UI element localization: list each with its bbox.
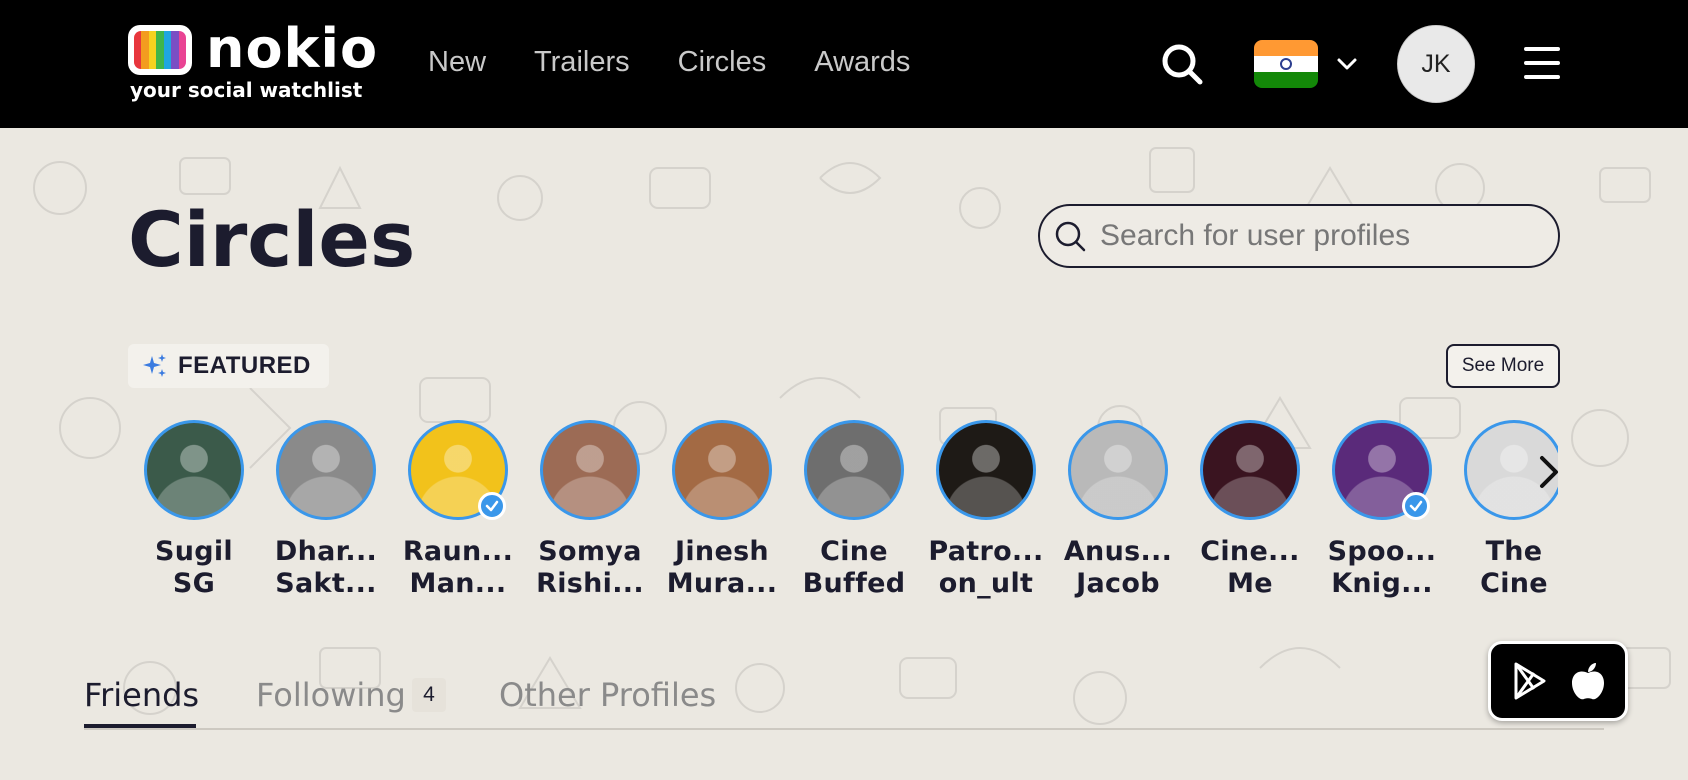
- nokio-logo[interactable]: nokio your social watchlist: [128, 17, 377, 103]
- profile-avatar[interactable]: [276, 420, 376, 520]
- profile-name-line2: Man...: [409, 568, 507, 599]
- profile-name-line1: Anus...: [1063, 536, 1173, 567]
- profile-name: Anus... Jacob: [1052, 536, 1184, 600]
- featured-profile-item[interactable]: Somya Rishi...: [524, 418, 656, 600]
- profile-name-line2: Sakt...: [275, 568, 377, 599]
- tv-logo-icon: [128, 25, 192, 75]
- profile-name-line2: Mura...: [666, 568, 778, 599]
- active-tab-indicator: [84, 724, 196, 728]
- google-play-icon: [1514, 662, 1546, 700]
- profile-name-line2: Knig...: [1331, 568, 1433, 599]
- nav-awards[interactable]: Awards: [814, 46, 910, 79]
- apple-icon: [1572, 663, 1604, 700]
- profile-name-line1: Cine...: [1200, 536, 1300, 567]
- profile-name-line2: Cine: [1480, 568, 1548, 599]
- profile-name-line1: Somya: [538, 536, 642, 567]
- nav-circles[interactable]: Circles: [678, 46, 767, 79]
- featured-profile-item[interactable]: Raun... Man...: [392, 418, 524, 600]
- profile-name-line2: SG: [172, 568, 216, 599]
- sparkle-icon: [143, 354, 166, 377]
- profile-avatar[interactable]: [1200, 420, 1300, 520]
- profile-name-line1: Cine: [820, 536, 888, 567]
- featured-label-chip: FEATURED: [128, 344, 329, 388]
- profile-name-line2: Rishi...: [536, 568, 644, 599]
- hamburger-menu-icon[interactable]: [1524, 46, 1560, 80]
- verified-badge-icon: [478, 492, 506, 520]
- chevron-down-icon[interactable]: [1335, 54, 1359, 74]
- following-count-badge: 4: [412, 678, 446, 712]
- see-more-button[interactable]: See More: [1446, 344, 1560, 388]
- featured-profile-item[interactable]: Spoo... Knig...: [1316, 418, 1448, 600]
- featured-profile-item[interactable]: Dhar... Sakt...: [260, 418, 392, 600]
- featured-profile-item[interactable]: Anus... Jacob: [1052, 418, 1184, 600]
- verified-badge-icon: [1402, 492, 1430, 520]
- profile-avatar[interactable]: [1068, 420, 1168, 520]
- search-input[interactable]: [1100, 219, 1540, 253]
- tab-following[interactable]: Following: [256, 676, 406, 714]
- featured-profile-item[interactable]: Sugil SG: [128, 418, 260, 600]
- search-icon[interactable]: [1160, 42, 1204, 86]
- nav-new[interactable]: New: [428, 46, 486, 79]
- india-flag-icon[interactable]: [1254, 40, 1318, 88]
- profile-name-line1: Spoo...: [1327, 536, 1437, 567]
- featured-profile-item[interactable]: Patro... on_ult: [920, 418, 1052, 600]
- profile-name-line1: Dhar...: [274, 536, 378, 567]
- profile-name: Raun... Man...: [392, 536, 524, 600]
- logo-wordmark: nokio: [206, 17, 379, 80]
- featured-profile-item[interactable]: Cine Buffed: [788, 418, 920, 600]
- featured-profile-item[interactable]: Cine... Me: [1184, 418, 1316, 600]
- profile-name-line1: Sugil: [154, 536, 233, 567]
- featured-profiles-carousel: Sugil SG Dhar... Sakt... Raun... Man... Somya R…: [128, 418, 1558, 608]
- chevron-right-icon[interactable]: [1534, 452, 1564, 492]
- profile-name-line1: The: [1485, 536, 1543, 567]
- profile-name: Jinesh Mura...: [656, 536, 788, 600]
- profile-name-line2: Buffed: [802, 568, 906, 599]
- profile-name-line2: Me: [1227, 568, 1273, 599]
- profile-name: Somya Rishi...: [524, 536, 656, 600]
- profile-avatar[interactable]: [144, 420, 244, 520]
- profile-name: Dhar... Sakt...: [260, 536, 392, 600]
- nav-trailers[interactable]: Trailers: [534, 46, 630, 79]
- featured-label: FEATURED: [178, 352, 311, 379]
- user-avatar-button[interactable]: JK: [1397, 25, 1475, 103]
- tab-other-profiles[interactable]: Other Profiles: [499, 676, 716, 714]
- logo-tagline: your social watchlist: [130, 78, 363, 102]
- tab-friends[interactable]: Friends: [84, 676, 199, 714]
- profile-name-line2: Jacob: [1076, 568, 1160, 599]
- profile-avatar[interactable]: [936, 420, 1036, 520]
- featured-profile-item[interactable]: The Cine: [1448, 418, 1558, 600]
- profile-name: Sugil SG: [128, 536, 260, 600]
- profile-avatar[interactable]: [672, 420, 772, 520]
- profile-name-line1: Raun...: [402, 536, 514, 567]
- top-navigation-bar: nokio your social watchlist New Trailers…: [0, 0, 1688, 128]
- circles-tab-bar: Friends Following 4 Other Profiles: [84, 672, 1604, 730]
- profile-name: Patro... on_ult: [920, 536, 1052, 600]
- profile-name: Cine... Me: [1184, 536, 1316, 600]
- profile-avatar[interactable]: [540, 420, 640, 520]
- profile-name-line1: Patro...: [928, 536, 1044, 567]
- profile-name: The Cine: [1448, 536, 1558, 600]
- app-download-button[interactable]: [1488, 641, 1628, 721]
- profile-search-field[interactable]: [1038, 204, 1560, 268]
- page-title: Circles: [128, 195, 416, 284]
- profile-name: Spoo... Knig...: [1316, 536, 1448, 600]
- profile-name-line2: on_ult: [938, 568, 1034, 599]
- featured-profile-item[interactable]: Jinesh Mura...: [656, 418, 788, 600]
- profile-name: Cine Buffed: [788, 536, 920, 600]
- profile-name-line1: Jinesh: [675, 536, 769, 567]
- search-icon: [1055, 221, 1086, 252]
- main-nav: New Trailers Circles Awards: [428, 46, 910, 79]
- profile-avatar[interactable]: [804, 420, 904, 520]
